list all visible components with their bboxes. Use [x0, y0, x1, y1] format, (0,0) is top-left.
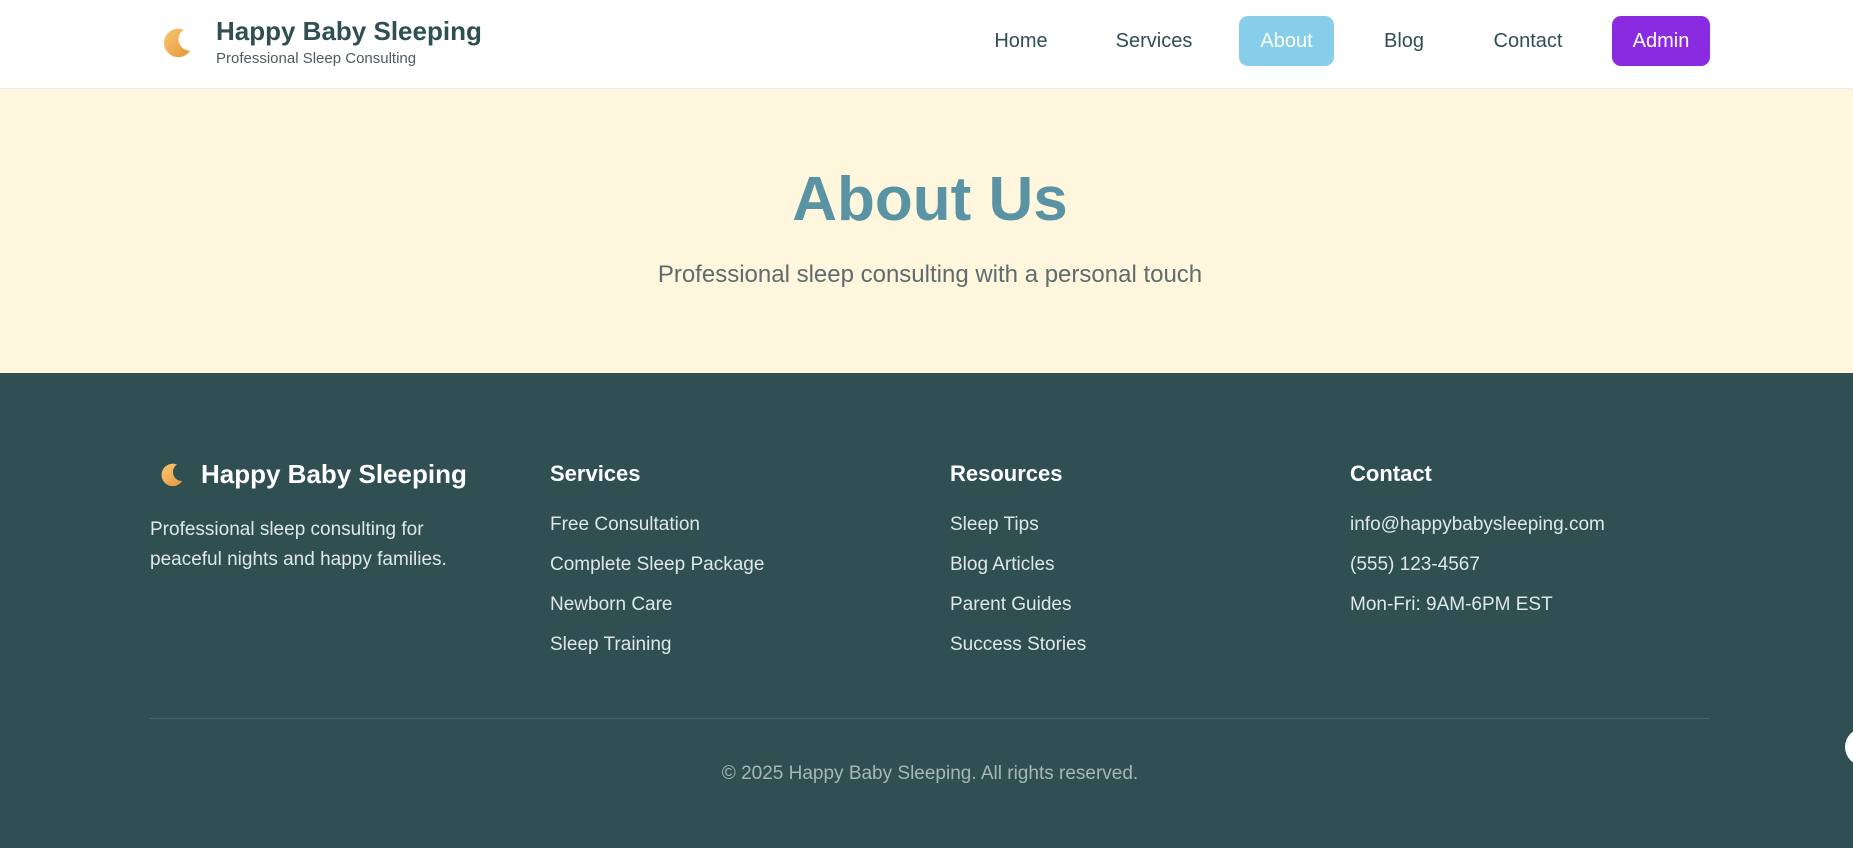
- footer-link-complete-sleep-package[interactable]: Complete Sleep Package: [550, 551, 764, 591]
- nav-about[interactable]: About: [1239, 16, 1334, 66]
- footer-link-free-consultation[interactable]: Free Consultation: [550, 511, 764, 551]
- site-footer: Happy Baby Sleeping Professional sleep c…: [0, 373, 1853, 848]
- footer-links-resources: Sleep Tips Blog Articles Parent Guides S…: [950, 511, 1086, 671]
- page-title: About Us: [792, 165, 1068, 234]
- footer-column-services: Services Free Consultation Complete Slee…: [550, 457, 764, 655]
- footer-links-contact: info@happybabysleeping.com (555) 123-456…: [1350, 511, 1605, 631]
- brand-title[interactable]: Happy Baby Sleeping: [216, 16, 482, 47]
- footer-divider: [150, 718, 1710, 719]
- nav-contact[interactable]: Contact: [1477, 16, 1579, 66]
- footer-link-blog-articles[interactable]: Blog Articles: [950, 551, 1086, 591]
- page-subtitle: Professional sleep consulting with a per…: [657, 261, 1203, 288]
- footer-heading-services: Services: [550, 461, 641, 486]
- admin-button[interactable]: Admin: [1612, 16, 1710, 66]
- crescent-moon-icon[interactable]: [157, 24, 195, 62]
- crescent-moon-icon: [161, 463, 183, 487]
- footer-column-contact: Contact info@happybabysleeping.com (555)…: [1350, 457, 1605, 615]
- footer-link-newborn-care[interactable]: Newborn Care: [550, 591, 764, 631]
- footer-column-resources: Resources Sleep Tips Blog Articles Paren…: [950, 457, 1086, 655]
- brand-subtitle: Professional Sleep Consulting: [216, 50, 417, 67]
- footer-heading-contact: Contact: [1350, 461, 1432, 486]
- footer-heading-resources: Resources: [950, 461, 1063, 486]
- footer-link-sleep-training[interactable]: Sleep Training: [550, 631, 764, 671]
- footer-contact-hours: Mon-Fri: 9AM-6PM EST: [1350, 594, 1553, 615]
- footer-contact-phone[interactable]: (555) 123-4567: [1350, 551, 1605, 591]
- footer-link-success-stories[interactable]: Success Stories: [950, 631, 1086, 671]
- footer-description: Professional sleep consulting for peacef…: [150, 519, 447, 570]
- footer-contact-email[interactable]: info@happybabysleeping.com: [1350, 511, 1605, 551]
- nav-home[interactable]: Home: [975, 16, 1067, 66]
- footer-link-sleep-tips[interactable]: Sleep Tips: [950, 511, 1086, 551]
- site-header: Happy Baby Sleeping Professional Sleep C…: [0, 0, 1853, 89]
- footer-brand-title: Happy Baby Sleeping: [201, 459, 467, 489]
- nav-blog[interactable]: Blog: [1366, 16, 1442, 66]
- footer-copyright: © 2025 Happy Baby Sleeping. All rights r…: [721, 763, 1139, 784]
- footer-link-parent-guides[interactable]: Parent Guides: [950, 591, 1086, 631]
- nav-services[interactable]: Services: [1102, 16, 1206, 66]
- hero-section: About Us Professional sleep consulting w…: [0, 89, 1853, 373]
- footer-links-services: Free Consultation Complete Sleep Package…: [550, 511, 764, 671]
